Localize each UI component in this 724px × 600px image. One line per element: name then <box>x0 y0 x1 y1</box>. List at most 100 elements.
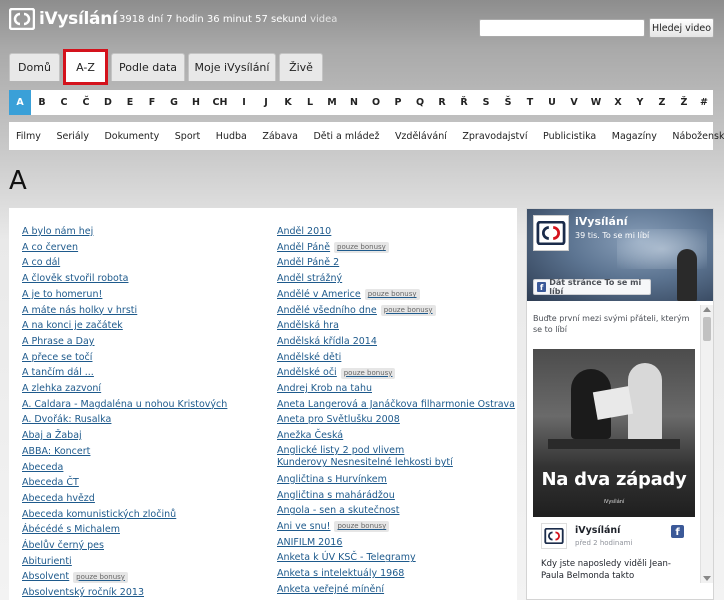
programme-link[interactable]: ABBA: Koncert <box>22 444 90 460</box>
tab-home[interactable]: Domů <box>9 53 60 81</box>
tab-by-date[interactable]: Podle data <box>111 53 185 81</box>
programme-link[interactable]: ANIFILM 2016 <box>277 535 342 551</box>
category-link[interactable]: Sport <box>175 131 201 142</box>
programme-link[interactable]: Aneta pro Světlušku 2008 <box>277 412 400 428</box>
letter-s[interactable]: S <box>475 90 497 115</box>
scroll-up-arrow-icon[interactable] <box>703 307 711 312</box>
category-link[interactable]: Zábava <box>262 131 298 142</box>
letter-č[interactable]: Č <box>75 90 97 115</box>
category-link[interactable]: Hudba <box>216 131 247 142</box>
search-button[interactable]: Hledej video <box>649 18 714 38</box>
search-input[interactable] <box>479 19 645 37</box>
letter-x[interactable]: X <box>607 90 629 115</box>
category-link[interactable]: Seriály <box>56 131 89 142</box>
category-link[interactable]: Děti a mládež <box>313 131 379 142</box>
programme-link[interactable]: Anežka Česká <box>277 428 343 444</box>
programme-link[interactable]: Andělská křídla 2014 <box>277 334 377 350</box>
letter-ch[interactable]: CH <box>207 90 233 115</box>
category-link[interactable]: Náboženské <box>672 131 724 142</box>
programme-link[interactable]: Andělské oči <box>277 365 337 381</box>
letter-hash[interactable]: # <box>695 90 713 115</box>
category-link[interactable]: Dokumenty <box>104 131 159 142</box>
facebook-page-name[interactable]: iVysílání <box>575 215 628 228</box>
facebook-scrollbar[interactable] <box>700 305 713 583</box>
programme-link[interactable]: Andělská hra <box>277 318 339 334</box>
letter-v[interactable]: V <box>563 90 585 115</box>
category-link[interactable]: Zpravodajství <box>462 131 527 142</box>
programme-link[interactable]: Angličtina s mahárádžou <box>277 488 395 504</box>
programme-link[interactable]: A. Dvořák: Rusalka <box>22 412 111 428</box>
category-link[interactable]: Publicistika <box>543 131 596 142</box>
post-author-name[interactable]: iVysílání <box>575 525 620 536</box>
programme-link[interactable]: A bylo nám hej <box>22 224 93 240</box>
letter-m[interactable]: M <box>321 90 343 115</box>
programme-link[interactable]: Abaj a Žabaj <box>22 428 82 444</box>
letter-w[interactable]: W <box>585 90 607 115</box>
programme-link[interactable]: Anketa veřejné mínění <box>277 582 384 598</box>
category-link[interactable]: Magazíny <box>612 131 657 142</box>
letter-q[interactable]: Q <box>409 90 431 115</box>
letter-c[interactable]: C <box>53 90 75 115</box>
programme-link[interactable]: Andělé v Americe <box>277 287 361 303</box>
programme-link[interactable]: Anglické listy 2 pod vlivem Kunderovy Ne… <box>277 445 457 470</box>
letter-z[interactable]: Z <box>651 90 673 115</box>
letter-e[interactable]: E <box>119 90 141 115</box>
tab-my-ivysilani[interactable]: Moje iVysílání <box>188 53 276 81</box>
letter-r[interactable]: R <box>431 90 453 115</box>
tab-a-z[interactable]: A-Z <box>63 49 108 85</box>
programme-link[interactable]: A je to homerun! <box>22 287 102 303</box>
programme-link[interactable]: Absolventský ročník 2013 <box>22 585 144 600</box>
programme-link[interactable]: Abiturienti <box>22 554 72 570</box>
post-author-avatar[interactable] <box>541 523 567 549</box>
programme-link[interactable]: A člověk stvořil robota <box>22 271 128 287</box>
programme-link[interactable]: Angola - sen a skutečnost <box>277 503 399 519</box>
programme-link[interactable]: Anděl Páně <box>277 240 330 256</box>
programme-link[interactable]: A tančím dál ... <box>22 365 94 381</box>
post-timestamp[interactable]: před 2 hodinami <box>575 539 632 547</box>
letter-o[interactable]: O <box>365 90 387 115</box>
programme-link[interactable]: Anketa k ÚV KSČ - Telegramy <box>277 550 416 566</box>
programme-link[interactable]: Abeceda hvězd <box>22 491 95 507</box>
letter-ř[interactable]: Ř <box>453 90 475 115</box>
letter-u[interactable]: U <box>541 90 563 115</box>
letter-š[interactable]: Š <box>497 90 519 115</box>
letter-d[interactable]: D <box>97 90 119 115</box>
programme-link[interactable]: Aneta Langerová a Janáčkova filharmonie … <box>277 397 515 413</box>
programme-link[interactable]: Anděl 2010 <box>277 224 331 240</box>
programme-link[interactable]: A Phrase a Day <box>22 334 94 350</box>
letter-a[interactable]: A <box>9 90 31 115</box>
programme-link[interactable]: Anděl strážný <box>277 271 342 287</box>
ivysilani-logo[interactable]: iVysílání <box>9 8 118 30</box>
programme-link[interactable]: A. Caldara - Magdaléna u nohou Kristovýc… <box>22 397 227 413</box>
letter-y[interactable]: Y <box>629 90 651 115</box>
programme-link[interactable]: A zlehka zazvoní <box>22 381 101 397</box>
letter-i[interactable]: I <box>233 90 255 115</box>
letter-h[interactable]: H <box>185 90 207 115</box>
programme-link[interactable]: Andělské děti <box>277 350 341 366</box>
programme-link[interactable]: A na konci je začátek <box>22 318 123 334</box>
programme-link[interactable]: Absolvent <box>22 569 69 585</box>
programme-link[interactable]: A co dál <box>22 255 60 271</box>
facebook-post-image[interactable]: Na dva západy iVysílání <box>533 349 695 517</box>
facebook-page-logo[interactable] <box>533 215 569 251</box>
category-link[interactable]: Vzdělávání <box>395 131 447 142</box>
programme-link[interactable]: Andrej Krob na tahu <box>277 381 372 397</box>
scroll-down-arrow-icon[interactable] <box>703 576 711 581</box>
category-link[interactable]: Filmy <box>16 131 41 142</box>
programme-link[interactable]: Ani ve snu! <box>277 519 330 535</box>
letter-p[interactable]: P <box>387 90 409 115</box>
programme-link[interactable]: Anketa s intelektuály 1968 <box>277 566 404 582</box>
programme-link[interactable]: A přece se točí <box>22 350 92 366</box>
scroll-thumb[interactable] <box>703 317 711 341</box>
programme-link[interactable]: Abeceda <box>22 460 63 476</box>
letter-k[interactable]: K <box>277 90 299 115</box>
programme-link[interactable]: A co červen <box>22 240 78 256</box>
programme-link[interactable]: Ábelův černý pes <box>22 538 104 554</box>
letter-g[interactable]: G <box>163 90 185 115</box>
tab-live[interactable]: Živě <box>279 53 323 81</box>
letter-j[interactable]: J <box>255 90 277 115</box>
letter-n[interactable]: N <box>343 90 365 115</box>
letter-f[interactable]: F <box>141 90 163 115</box>
programme-link[interactable]: Abeceda komunistických zločinů <box>22 507 176 523</box>
programme-link[interactable]: Andělé všedního dne <box>277 303 377 319</box>
